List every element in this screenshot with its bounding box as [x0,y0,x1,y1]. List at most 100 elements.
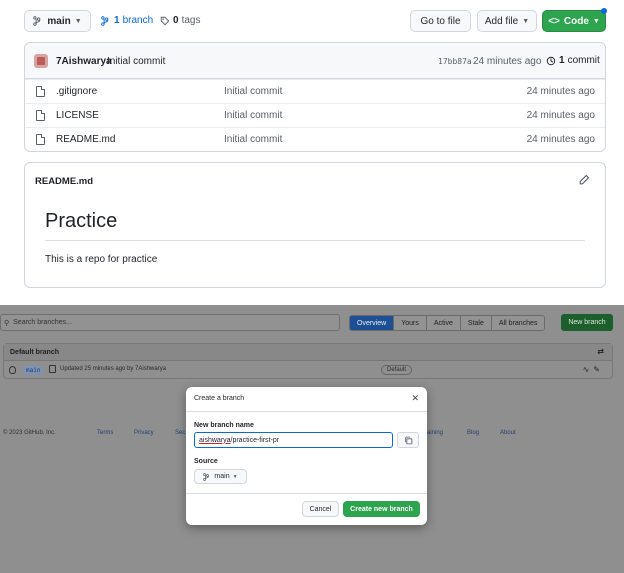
branch-selector-button[interactable]: main ▼ [24,10,91,32]
divider [186,411,427,412]
pencil-icon[interactable] [578,174,590,186]
branch-updated-text: Updated 25 minutes ago by 7Aishwarya [60,366,167,372]
commit-hash[interactable]: 17bb87a [438,57,472,66]
code-button[interactable]: <> Code ▼ [542,8,607,32]
add-file-label: Add file [484,15,519,27]
commit-author[interactable]: 7Aishwarya [56,56,112,67]
branch-name-prefix: aishwarya [199,436,231,444]
copy-icon[interactable] [49,365,56,373]
git-branch-icon [203,472,210,481]
file-commit-message[interactable]: Initial commit [224,110,282,121]
commit-message[interactable]: Initial commit [107,56,165,67]
commit-word: commit [567,55,600,66]
footer-security[interactable]: Sec [175,430,185,436]
commit-history-link[interactable]: 1 commit [546,55,600,66]
default-badge: Default [381,365,413,375]
readme-filename: README.md [35,176,94,187]
branch-search-input[interactable]: ⚲ Search branches... [0,314,340,331]
branch-name-input[interactable]: aishwarya/practice-first-pr [194,432,393,448]
go-to-file-label: Go to file [420,15,461,27]
tab-active[interactable]: Active [425,316,460,330]
default-branch-row: main Updated 25 minutes ago by 7Aishwary… [4,362,612,379]
notification-dot [601,8,607,14]
switch-icon[interactable]: ⇄ [597,347,604,356]
add-file-button[interactable]: Add file ▼ [477,10,537,32]
tab-stale[interactable]: Stale [459,316,491,330]
go-to-file-button[interactable]: Go to file [410,10,471,32]
file-icon [36,134,45,145]
file-name[interactable]: LICENSE [56,110,99,121]
tab-all-branches[interactable]: All branches [490,316,545,330]
caret-down-icon: ▼ [74,17,82,25]
caret-down-icon: ▼ [522,17,530,25]
source-label: Source [194,458,218,465]
branches-link[interactable]: 1 branch [101,15,153,26]
file-name[interactable]: README.md [56,134,115,145]
branch-name-rest: /practice-first-pr [230,436,280,444]
file-commit-message[interactable]: Initial commit [224,134,282,145]
commit-time: 24 minutes ago [473,56,542,67]
readme-panel: README.md Practice This is a repo for pr… [24,162,606,288]
create-branch-button[interactable]: Create new branch [343,501,420,517]
tab-yours[interactable]: Yours [393,316,426,330]
copy-icon [404,436,412,444]
file-icon [36,86,45,97]
default-branch-title: Default branch [10,348,60,356]
footer-about[interactable]: About [500,430,516,436]
branch-name-label: New branch name [194,422,254,429]
git-branch-icon [33,16,41,26]
file-time: 24 minutes ago [526,134,595,145]
readme-body: This is a repo for practice [45,254,158,265]
readme-heading: Practice [45,210,118,232]
history-icon [546,56,556,65]
latest-commit-bar: 7Aishwarya Initial commit 17bb87a 24 min… [25,43,605,79]
footer-training[interactable]: aining [427,430,443,436]
tab-overview[interactable]: Overview [350,316,394,330]
branch-selector-label: main [47,15,71,27]
search-icon: ⚲ [4,319,10,327]
branch-name-pill[interactable]: main [23,366,44,375]
footer-privacy[interactable]: Privacy [134,430,154,436]
file-row[interactable]: LICENSE Initial commit 24 minutes ago [25,103,605,127]
tags-link[interactable]: 0 tags [160,15,200,26]
activity-edit-icons[interactable]: ∿✎ [583,365,604,374]
divider [186,493,427,494]
file-list: 7Aishwarya Initial commit 17bb87a 24 min… [24,42,606,152]
search-placeholder: Search branches... [13,319,72,326]
file-row[interactable]: .gitignore Initial commit 24 minutes ago [25,79,605,103]
tag-word: tags [181,15,201,26]
avatar[interactable] [34,54,48,68]
file-time: 24 minutes ago [526,86,595,97]
dialog-title: Create a branch [194,395,245,402]
caret-down-icon: ▼ [592,17,600,25]
branch-filter-tabs: Overview Yours Active Stale All branches [349,315,546,331]
copy-button[interactable] [397,432,419,448]
branch-count: 1 [114,15,120,26]
footer-copyright: © 2023 GitHub, Inc. [3,430,56,436]
new-branch-button[interactable]: New branch [561,314,613,331]
file-icon [36,110,45,121]
source-branch-value: main [214,473,230,480]
footer-blog[interactable]: Blog [467,430,479,436]
default-branch-box: Default branch ⇄ main Updated 25 minutes… [3,343,613,379]
shield-icon [9,366,16,374]
file-commit-message[interactable]: Initial commit [224,86,282,97]
cancel-button[interactable]: Cancel [302,501,339,517]
file-row[interactable]: README.md Initial commit 24 minutes ago [25,127,605,151]
create-branch-dialog: Create a branch ✕ New branch name aishwa… [186,387,427,525]
code-brackets-icon: <> [548,15,560,27]
file-time: 24 minutes ago [526,110,595,121]
close-icon[interactable]: ✕ [411,393,419,404]
code-label: Code [563,15,589,27]
divider [45,240,585,241]
repo-overview: main ▼ 1 branch 0 tags Go to file Add fi… [0,0,624,300]
branch-word: branch [122,15,154,26]
source-branch-select[interactable]: main ▼ [194,469,247,484]
caret-down-icon: ▼ [232,473,238,480]
default-branch-header: Default branch ⇄ [4,344,612,361]
git-branch-icon [101,15,109,26]
footer-terms[interactable]: Terms [97,430,113,436]
tag-count: 0 [173,15,179,26]
tag-icon [160,16,170,25]
file-name[interactable]: .gitignore [56,86,97,97]
